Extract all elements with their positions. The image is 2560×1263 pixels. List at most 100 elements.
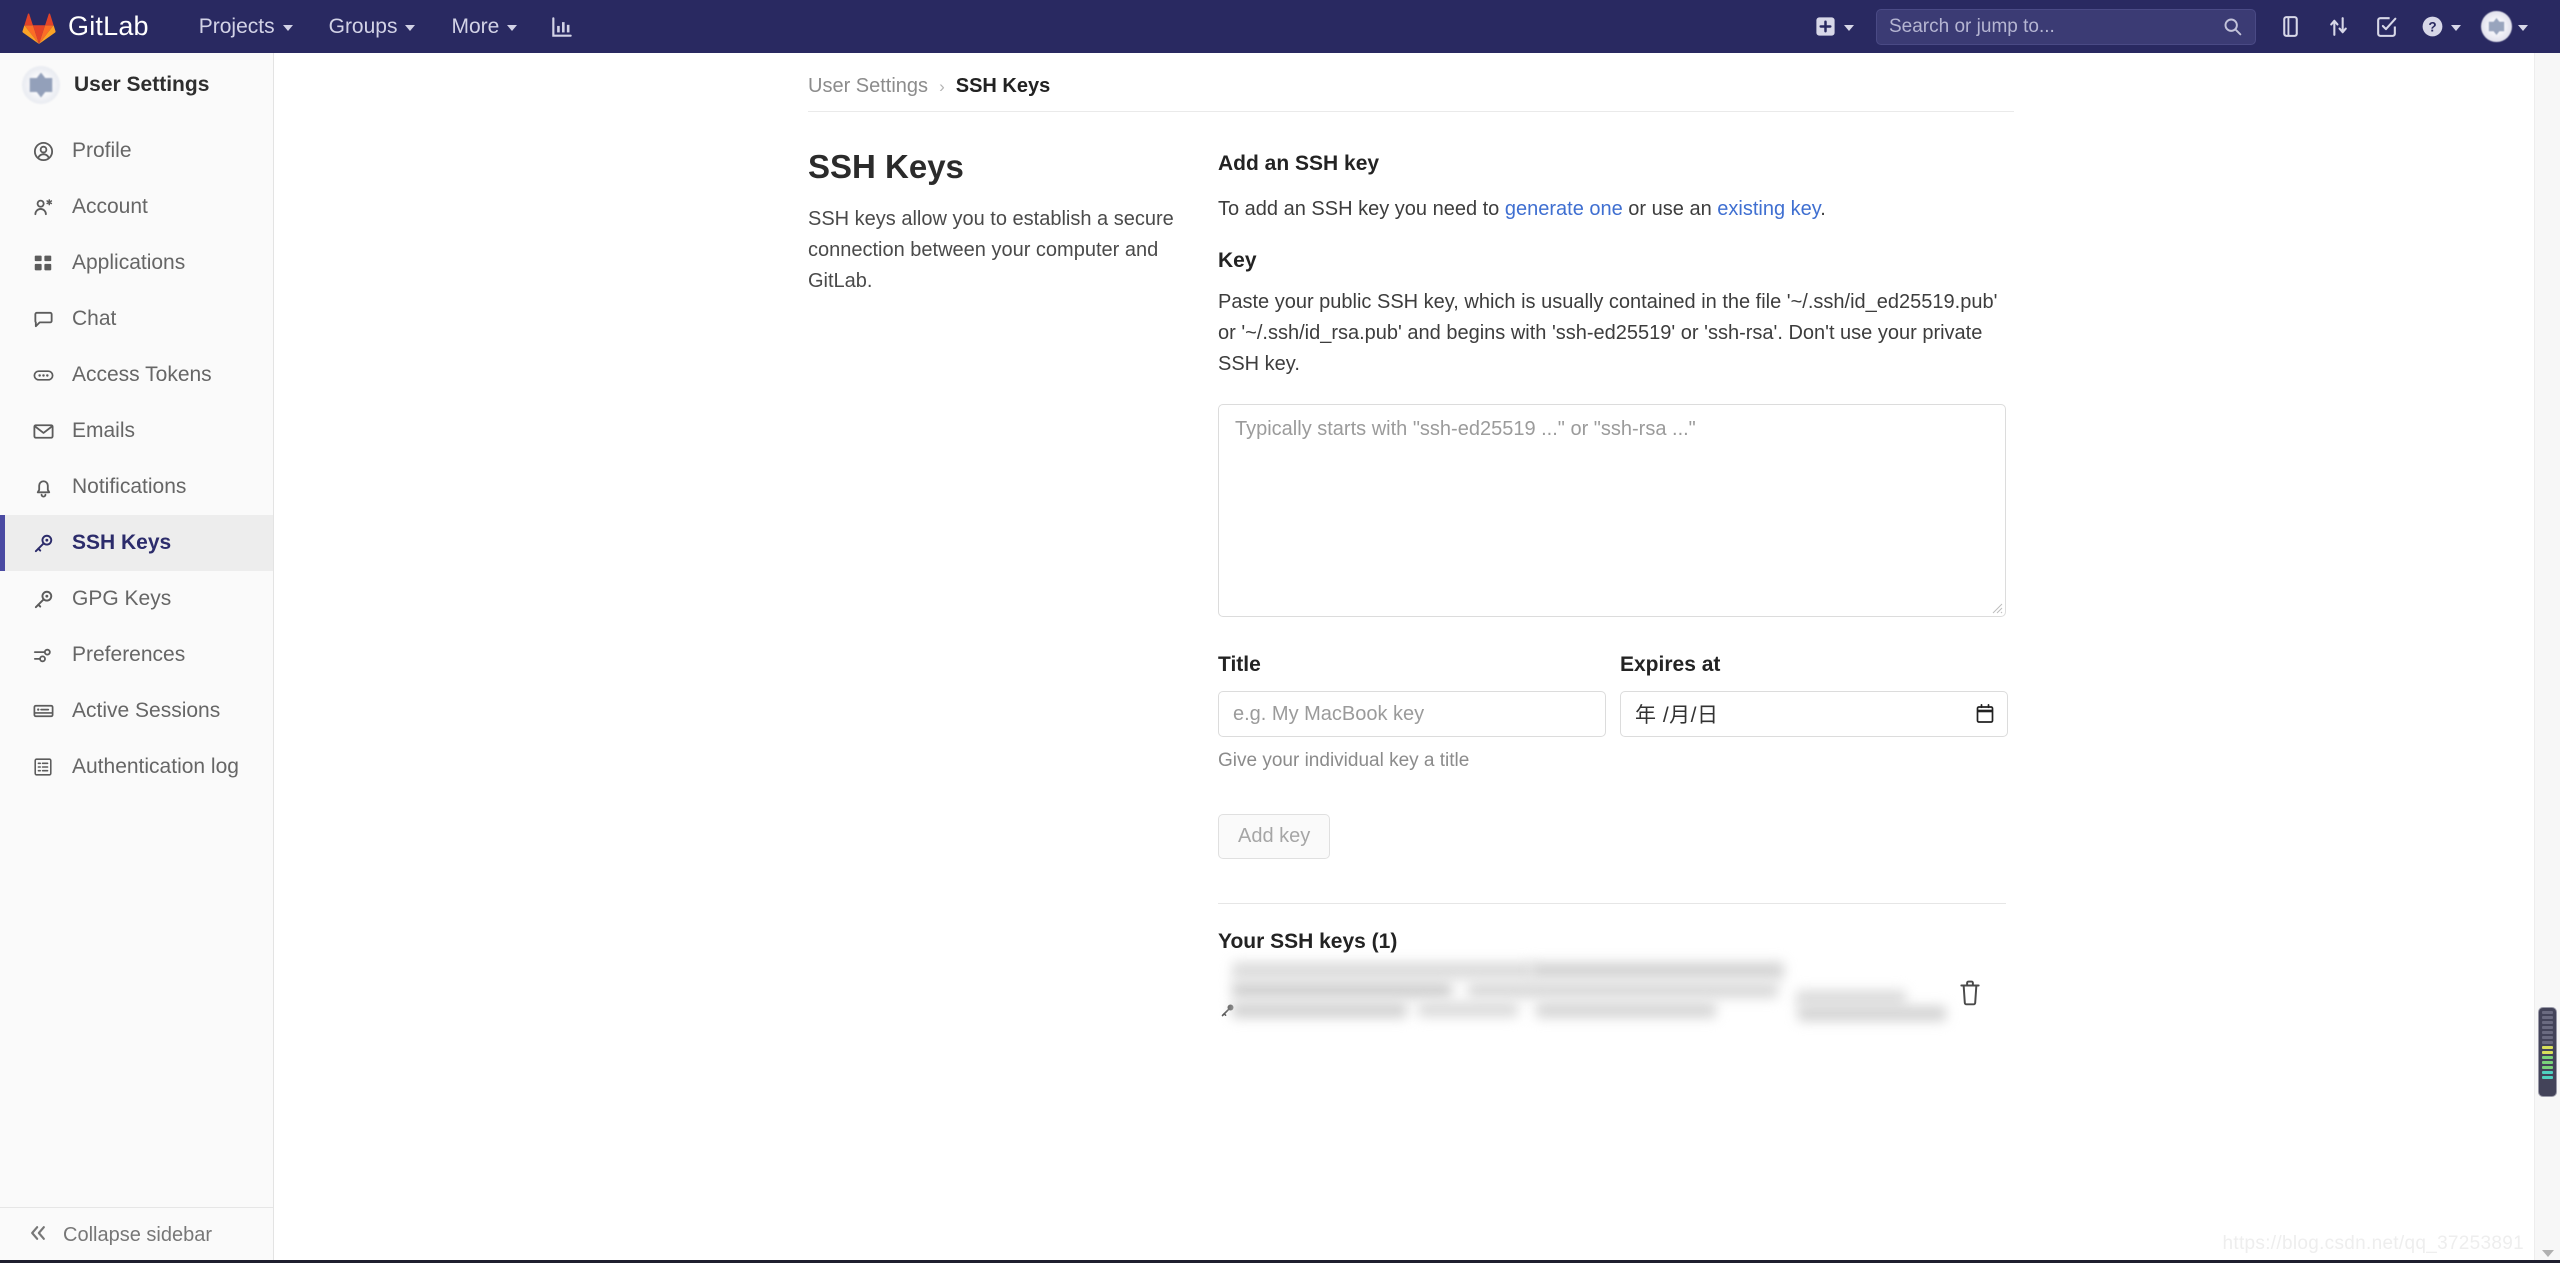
bar-chart-icon [552, 16, 573, 37]
key-field-label: Key [1218, 249, 1257, 272]
page-watermark: https://blog.csdn.net/qq_37253891 [2222, 1233, 2524, 1254]
nav-item-groups[interactable]: Groups [311, 0, 434, 53]
search-icon [2224, 18, 2242, 36]
expires-date-input[interactable]: 年 /月/日 [1620, 691, 2008, 737]
calendar-icon[interactable] [1975, 703, 1995, 725]
title-and-expiry-row: Title Give your individual key a title E… [1218, 653, 2008, 772]
sidebar-item-label: Active Sessions [72, 699, 221, 722]
redacted-key-meta-a [1418, 1002, 1518, 1017]
redacted-key-expiry [1796, 990, 1906, 1006]
new-item-dropdown[interactable] [1802, 15, 1866, 38]
redacted-key-last-used [1536, 1002, 1716, 1018]
key-icon [30, 532, 56, 555]
primary-nav: Projects Groups More [181, 0, 590, 53]
title-field-group: Title Give your individual key a title [1218, 653, 1606, 772]
sidebar-item-label: Profile [72, 139, 132, 162]
existing-key-link[interactable]: existing key [1717, 198, 1820, 220]
breadcrumb-parent-link[interactable]: User Settings [808, 75, 928, 98]
sidebar-item-notifications[interactable]: Notifications [0, 459, 273, 515]
redacted-key-added-date [1232, 1002, 1407, 1018]
nav-more-label: More [451, 14, 500, 38]
nav-item-more[interactable]: More [433, 0, 535, 53]
title-field-helper: Give your individual key a title [1218, 750, 1470, 771]
user-avatar-icon [2481, 11, 2512, 42]
table-row[interactable] [1218, 960, 2006, 1032]
collapse-sidebar-label: Collapse sidebar [63, 1224, 212, 1246]
sidebar-item-applications[interactable]: Applications [0, 235, 273, 291]
nav-projects-label: Projects [198, 14, 275, 38]
sidebar-item-access-tokens[interactable]: Access Tokens [0, 347, 273, 403]
main-content: User Settings › SSH Keys SSH Keys SSH ke… [274, 53, 2560, 1263]
title-field-label: Title [1218, 653, 1261, 676]
scrollbar-thumb-stripes [2542, 1011, 2553, 1093]
page-description: SSH keys allow you to establish a secure… [808, 208, 1174, 292]
token-icon [30, 364, 56, 387]
redacted-key-fingerprint-top [1530, 962, 1784, 979]
merge-requests-icon [2329, 17, 2347, 36]
navbar-right-group: Search or jump to... ? [1802, 0, 2560, 53]
sidebar-nav: Profile Account Applications Chat Access… [0, 123, 273, 795]
sidebar-item-gpg-keys[interactable]: GPG Keys [0, 571, 273, 627]
add-ssh-key-intro: To add an SSH key you need to generate o… [1218, 194, 2008, 225]
key-field-help: Paste your public SSH key, which is usua… [1218, 291, 1998, 375]
scrollbar-thumb[interactable] [2539, 1008, 2556, 1096]
sidebar-item-label: SSH Keys [72, 531, 172, 554]
merge-requests-icon-button[interactable] [2314, 0, 2362, 53]
gitlab-brand-text: GitLab [68, 11, 149, 41]
intro-text-pre: To add an SSH key you need to [1218, 198, 1505, 220]
help-dropdown-button[interactable]: ? [2410, 0, 2471, 53]
sidebar-item-label: Notifications [72, 475, 187, 498]
sidebar-item-emails[interactable]: Emails [0, 403, 273, 459]
sidebar-item-profile[interactable]: Profile [0, 123, 273, 179]
redacted-key-expiry-2 [1798, 1006, 1946, 1021]
gitlab-logo-link[interactable]: GitLab [0, 0, 157, 53]
trash-icon[interactable] [1956, 978, 1984, 1008]
log-icon [30, 756, 56, 778]
redacted-key-fingerprint [1232, 982, 1452, 998]
sidebar-item-ssh-keys[interactable]: SSH Keys [0, 515, 273, 571]
breadcrumb-bar: User Settings › SSH Keys [274, 53, 2560, 111]
issues-icon [2282, 16, 2298, 37]
sidebar-header[interactable]: User Settings [0, 53, 273, 117]
profile-icon [30, 140, 56, 163]
page-title: SSH Keys [808, 148, 964, 185]
nav-item-projects[interactable]: Projects [181, 0, 311, 53]
bell-icon [30, 476, 56, 499]
add-ssh-key-heading: Add an SSH key [1218, 152, 1380, 175]
chevron-down-icon [507, 24, 518, 31]
sidebar-item-label: Preferences [72, 643, 186, 666]
sidebar-item-label: Chat [72, 307, 117, 330]
expires-field-label: Expires at [1620, 653, 1721, 676]
plus-square-icon [1816, 17, 1835, 36]
search-input[interactable]: Search or jump to... [1876, 8, 2256, 45]
monitor-icon [30, 700, 56, 723]
sidebar-item-authentication-log[interactable]: Authentication log [0, 739, 273, 795]
title-input[interactable] [1218, 691, 1606, 737]
vertical-scrollbar[interactable] [2534, 53, 2560, 1263]
sidebar-item-label: Applications [72, 251, 186, 274]
generate-one-link[interactable]: generate one [1505, 198, 1623, 220]
key-icon [30, 588, 56, 611]
user-menu-button[interactable] [2471, 0, 2538, 53]
nav-item-analytics[interactable] [535, 0, 589, 53]
sidebar-item-label: Authentication log [72, 755, 239, 778]
todos-icon-button[interactable] [2362, 0, 2410, 53]
user-settings-sidebar: User Settings Profile Account Applicatio… [0, 53, 274, 1263]
keys-section-divider [1218, 903, 2006, 904]
search-placeholder-text: Search or jump to... [1889, 15, 2055, 37]
breadcrumb-current: SSH Keys [955, 75, 1051, 97]
sidebar-item-account[interactable]: Account [0, 179, 273, 235]
intro-text-mid: or use an [1622, 198, 1718, 220]
key-textarea[interactable] [1218, 404, 2006, 617]
scrollbar-down-arrow-icon[interactable] [2542, 1250, 2554, 1257]
add-key-button[interactable]: Add key [1218, 814, 1331, 859]
sidebar-item-chat[interactable]: Chat [0, 291, 273, 347]
ssh-key-form-column: Add an SSH key To add an SSH key you nee… [1218, 148, 2008, 1032]
sidebar-item-active-sessions[interactable]: Active Sessions [0, 683, 273, 739]
sidebar-item-preferences[interactable]: Preferences [0, 627, 273, 683]
issues-icon-button[interactable] [2266, 0, 2314, 53]
your-ssh-keys-heading: Your SSH keys (1) [1218, 930, 1398, 953]
collapse-sidebar-button[interactable]: Collapse sidebar [0, 1207, 273, 1263]
redacted-key-title [1232, 962, 1532, 979]
user-avatar-icon [22, 66, 60, 104]
